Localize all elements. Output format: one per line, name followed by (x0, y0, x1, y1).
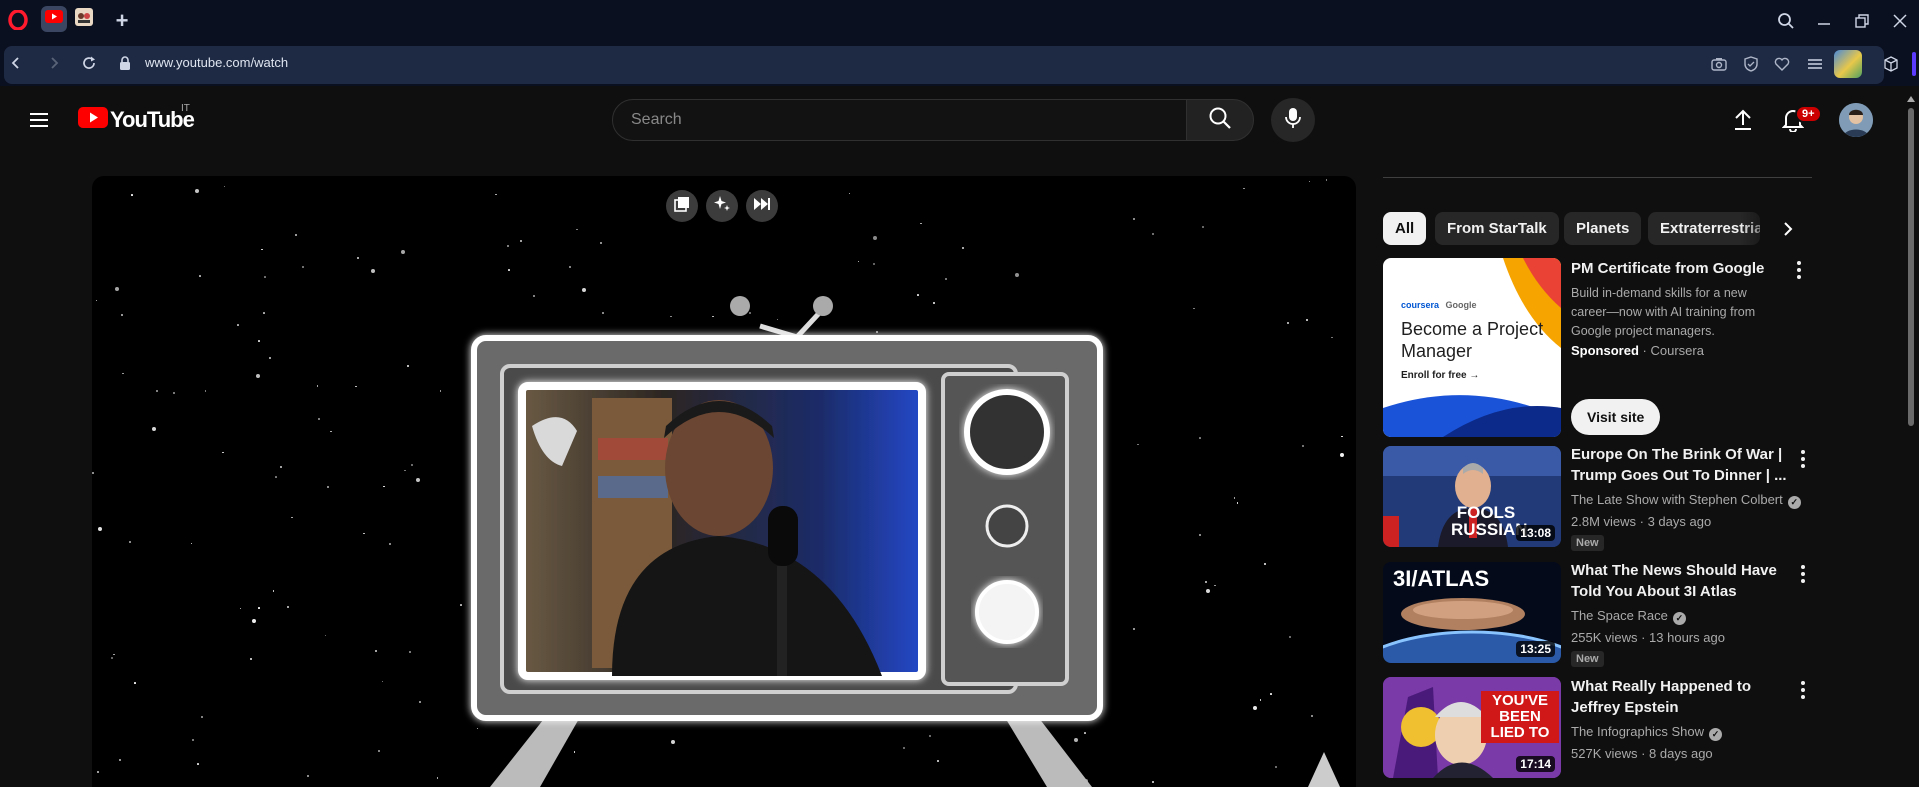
url-text[interactable]: www.youtube.com/watch (145, 55, 288, 70)
visit-site-button[interactable]: Visit site (1571, 399, 1661, 435)
microphone-icon (1285, 107, 1301, 134)
verified-check-icon: ✓ (1787, 496, 1801, 509)
ad-thumb-headline: Become a Project Manager (1401, 319, 1544, 361)
chips-fade (1740, 212, 1780, 245)
youtube-favicon-icon (45, 10, 63, 28)
video-title[interactable]: What The News Should Have Told You About… (1571, 560, 1791, 602)
page-scrollbar-track[interactable] (1906, 96, 1916, 787)
snapshot-camera-icon[interactable] (1709, 54, 1729, 74)
chip-planets[interactable]: Planets (1564, 212, 1642, 245)
chips-next-arrow-icon[interactable] (1775, 216, 1801, 242)
new-tab-plus-icon[interactable]: + (110, 8, 134, 33)
skip-forward-overlay-button[interactable] (746, 190, 778, 222)
tab-other[interactable] (71, 6, 97, 32)
sponsored-label: Sponsored (1571, 343, 1639, 358)
scroll-up-arrow-icon[interactable] (1907, 96, 1915, 102)
restore-icon[interactable] (1850, 9, 1874, 33)
browser-tab-bar: + (0, 0, 1919, 42)
new-badge: New (1571, 651, 1604, 667)
video-title[interactable]: Europe On The Brink Of War | Trump Goes … (1571, 444, 1791, 486)
sparkle-icon (713, 195, 731, 218)
video-more-actions-icon[interactable] (1793, 678, 1813, 702)
profile-avatar-icon[interactable] (1834, 50, 1862, 78)
video-stats: 255K views · 13 hours ago (1571, 630, 1725, 645)
tv-frame-graphic (471, 296, 1340, 787)
fast-forward-icon (753, 197, 771, 216)
video-title[interactable]: What Really Happened to Jeffrey Epstein (1571, 676, 1791, 718)
video-player[interactable] (92, 176, 1356, 787)
ai-enhance-overlay-button[interactable] (706, 190, 738, 222)
sidebar-accent (1912, 52, 1916, 76)
search-icon (1208, 106, 1232, 135)
adblock-shield-icon[interactable] (1741, 54, 1761, 74)
search-input[interactable] (631, 100, 1171, 140)
notification-count-badge: 9+ (1795, 105, 1822, 123)
video-channel[interactable]: The Space Race ✓ (1571, 608, 1686, 625)
new-badge: New (1571, 535, 1604, 551)
video-more-actions-icon[interactable] (1793, 447, 1813, 471)
upload-icon[interactable] (1729, 106, 1757, 134)
close-window-icon[interactable] (1888, 9, 1912, 33)
chip-all[interactable]: All (1383, 212, 1427, 245)
reload-icon[interactable] (79, 53, 99, 73)
forward-icon[interactable] (44, 53, 64, 73)
video-thumbnail[interactable]: FOOLS RUSSIAN 13:08 (1383, 446, 1561, 547)
voice-search-button[interactable] (1271, 98, 1315, 142)
back-icon[interactable] (6, 53, 26, 73)
video-stats: 527K views · 8 days ago (1571, 746, 1713, 761)
bookmark-heart-icon[interactable] (1772, 54, 1792, 74)
ad-description: Build in-demand skills for a new career—… (1571, 286, 1756, 338)
youtube-logo[interactable]: YouTube (78, 107, 195, 133)
video-stats: 2.8M views · 3 days ago (1571, 514, 1712, 529)
guide-menu-icon[interactable] (26, 108, 52, 132)
ad-thumbnail[interactable]: coursera Google Become a Project Manager… (1383, 258, 1561, 437)
video-thumbnail[interactable]: 3I/ATLAS 13:25 (1383, 562, 1561, 663)
easy-setup-menu-icon[interactable] (1805, 54, 1825, 74)
tab-youtube[interactable] (41, 6, 67, 32)
opera-logo-icon[interactable] (6, 8, 30, 32)
video-duration: 17:14 (1516, 756, 1555, 772)
ad-thumb-brands: coursera Google (1401, 300, 1477, 310)
search-box (612, 99, 1188, 141)
minimize-icon[interactable] (1812, 9, 1836, 33)
tab-favicon-icon (75, 7, 93, 31)
video-channel[interactable]: The Late Show with Stephen Colbert ✓ (1571, 492, 1801, 509)
video-duration: 13:25 (1516, 641, 1555, 657)
youtube-play-logo-icon (78, 107, 108, 133)
verified-check-icon: ✓ (1672, 612, 1686, 625)
video-duration: 13:08 (1516, 525, 1555, 541)
video-thumbnail[interactable]: YOU'VE BEEN LIED TO 17:14 (1383, 677, 1561, 778)
thumb-text: YOU'VE BEEN LIED TO (1481, 691, 1559, 743)
ad-more-actions-icon[interactable] (1789, 258, 1809, 282)
thumb-text: FOOLS RUSSIAN (1451, 503, 1528, 539)
thumb-text: 3I/ATLAS (1393, 566, 1490, 591)
secondary-divider (1383, 177, 1812, 178)
ad-sponsor-line: Sponsored · Coursera (1571, 343, 1704, 358)
miniplayer-overlay-button[interactable] (666, 190, 698, 222)
ad-title[interactable]: PM Certificate from Google (1571, 258, 1791, 279)
video-more-actions-icon[interactable] (1793, 562, 1813, 586)
extensions-cube-icon[interactable] (1880, 53, 1902, 75)
account-avatar[interactable] (1839, 103, 1873, 137)
miniplayer-icon (674, 196, 690, 217)
search-tabs-icon[interactable] (1774, 9, 1798, 33)
page-scrollbar-thumb[interactable] (1908, 108, 1914, 426)
lock-icon[interactable] (116, 54, 134, 72)
search-button[interactable] (1186, 99, 1254, 141)
advertiser-name: Coursera (1650, 343, 1704, 358)
verified-check-icon: ✓ (1708, 728, 1722, 741)
country-code: IT (181, 103, 190, 114)
video-channel[interactable]: The Infographics Show ✓ (1571, 724, 1722, 741)
ad-thumb-cta: Enroll for free → (1401, 370, 1480, 381)
chip-from-startalk[interactable]: From StarTalk (1435, 212, 1559, 245)
